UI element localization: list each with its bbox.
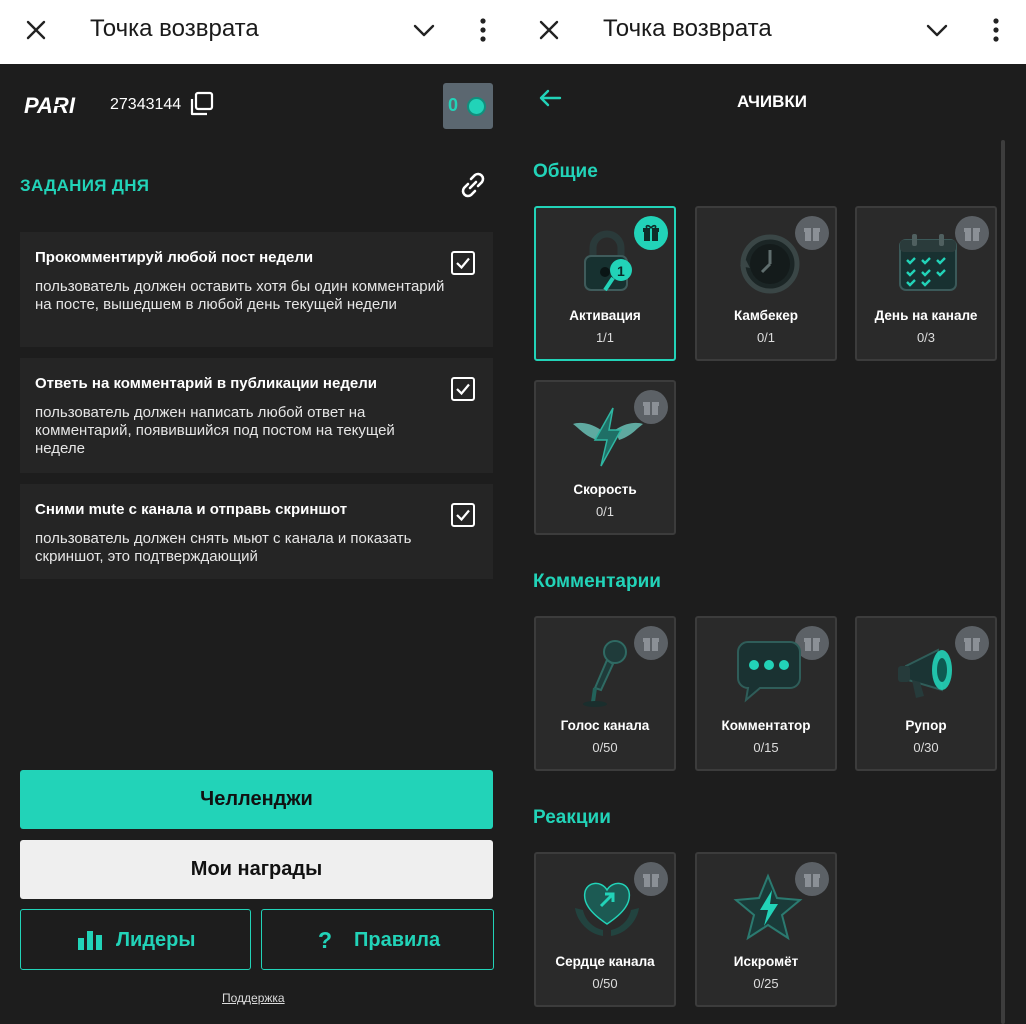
close-icon[interactable]	[533, 14, 565, 46]
clock-icon	[740, 234, 800, 294]
achievement-progress: 0/30	[913, 740, 939, 755]
challenges-pane: Точка возврата PARI 27343144 0 ЗАДАНИЯ Д…	[0, 0, 513, 1024]
chevron-down-icon[interactable]	[921, 14, 953, 46]
calendar-icon	[899, 234, 957, 291]
lock-icon: 1	[584, 230, 632, 292]
checkmark-icon	[456, 383, 470, 396]
task-card: Ответь на комментарий в публикации недел…	[20, 358, 493, 473]
my-rewards-button[interactable]: Мои награды	[20, 840, 493, 899]
rules-button[interactable]: ? Правила	[261, 909, 494, 970]
task-description: пользователь должен снять мьют с канала …	[35, 530, 412, 565]
achievement-name: Камбекер	[733, 308, 799, 323]
more-vert-icon[interactable]	[468, 14, 498, 46]
achievement-name: Голос канала	[560, 718, 650, 733]
achievement-card-channel-voice[interactable]: Голос канала 0/50	[534, 616, 676, 771]
task-title: Сними mute с канала и отправь скриншот	[35, 501, 348, 518]
top-bar: Точка возврата	[0, 0, 513, 64]
task-title: Прокомментируй любой пост недели	[35, 249, 314, 266]
achievement-progress: 0/50	[592, 976, 618, 991]
rules-label: Правила	[354, 929, 441, 951]
achievement-progress: 0/25	[753, 976, 779, 991]
pari-logo: PARI	[24, 93, 76, 118]
achievement-name: День на канале	[874, 308, 978, 323]
achievement-progress: 0/3	[916, 330, 936, 345]
coin-toggle[interactable]: 0	[443, 83, 493, 129]
achievement-card-day-on-channel[interactable]: День на канале 0/3	[855, 206, 997, 361]
task-checkbox[interactable]	[451, 377, 475, 401]
scrollbar[interactable]	[1001, 140, 1005, 1024]
svg-text:PARI: PARI	[24, 93, 76, 118]
achievement-name: Искромёт	[733, 954, 799, 969]
task-description: пользователь должен оставить хотя бы оди…	[35, 278, 445, 313]
section-title-reactions: Реакции	[533, 807, 611, 828]
top-bar: Точка возврата	[513, 0, 1026, 64]
achievement-progress: 0/15	[753, 740, 779, 755]
achievement-card-sparkler[interactable]: Искромёт 0/25	[695, 852, 837, 1007]
achievement-name: Активация	[569, 308, 641, 323]
microphone-icon	[583, 640, 627, 707]
task-title: Ответь на комментарий в публикации недел…	[35, 375, 377, 392]
achievement-name: Сердце канала	[555, 954, 655, 969]
copy-icon[interactable]	[188, 90, 216, 118]
daily-tasks-title: ЗАДАНИЯ ДНЯ	[20, 176, 150, 195]
heart-hands-icon	[575, 882, 639, 936]
achievement-card-channel-heart[interactable]: Сердце канала 0/50	[534, 852, 676, 1007]
achievement-name: Комментатор	[721, 718, 811, 733]
achievement-card-speed[interactable]: Скорость 0/1	[534, 380, 676, 535]
close-icon[interactable]	[20, 14, 52, 46]
chevron-down-icon[interactable]	[408, 14, 440, 46]
checkmark-icon	[456, 257, 470, 270]
section-title-general: Общие	[533, 161, 598, 182]
toggle-knob	[467, 97, 486, 116]
window-title: Точка возврата	[90, 15, 259, 42]
coin-count: 0	[448, 95, 459, 115]
winged-bolt-icon	[573, 407, 643, 467]
achievement-progress: 1/1	[595, 330, 615, 345]
leaders-button[interactable]: Лидеры	[20, 909, 251, 970]
achievement-progress: 0/1	[595, 504, 615, 519]
chat-bubble-icon	[737, 641, 801, 703]
leaders-label: Лидеры	[116, 929, 196, 951]
achievement-name: Рупор	[905, 718, 947, 733]
megaphone-icon	[898, 648, 952, 698]
achievement-name: Скорость	[573, 482, 637, 497]
more-vert-icon[interactable]	[981, 14, 1011, 46]
task-card: Сними mute с канала и отправь скриншот п…	[20, 484, 493, 579]
achievement-card-comebacker[interactable]: Камбекер 0/1	[695, 206, 837, 361]
achievement-card-megaphone[interactable]: Рупор 0/30	[855, 616, 997, 771]
checkmark-icon	[456, 509, 470, 522]
user-id: 27343144	[110, 96, 182, 113]
achievement-card-commentator[interactable]: Комментатор 0/15	[695, 616, 837, 771]
svg-text:1: 1	[617, 263, 625, 279]
task-description: пользователь должен написать любой ответ…	[35, 404, 395, 457]
achievement-card-activation[interactable]: 1 Активация 1/1	[534, 206, 676, 361]
star-bolt-icon	[733, 873, 803, 941]
support-link[interactable]: Поддержка	[222, 991, 285, 1005]
back-arrow-icon[interactable]	[536, 84, 564, 112]
achievements-title: АЧИВКИ	[737, 92, 808, 111]
task-card: Прокомментируй любой пост недели пользов…	[20, 232, 493, 347]
window-title: Точка возврата	[603, 15, 772, 42]
achievement-progress: 0/50	[592, 740, 618, 755]
task-checkbox[interactable]	[451, 503, 475, 527]
task-checkbox[interactable]	[451, 251, 475, 275]
achievement-progress: 0/1	[756, 330, 776, 345]
achievements-pane: Точка возврата АЧИВКИ Общие Комментарии …	[513, 0, 1026, 1024]
question-mark-icon: ?	[318, 927, 333, 953]
bar-chart-icon	[78, 931, 102, 950]
link-icon[interactable]	[456, 168, 490, 202]
challenges-button[interactable]: Челленджи	[20, 770, 493, 829]
section-title-comments: Комментарии	[533, 571, 661, 592]
